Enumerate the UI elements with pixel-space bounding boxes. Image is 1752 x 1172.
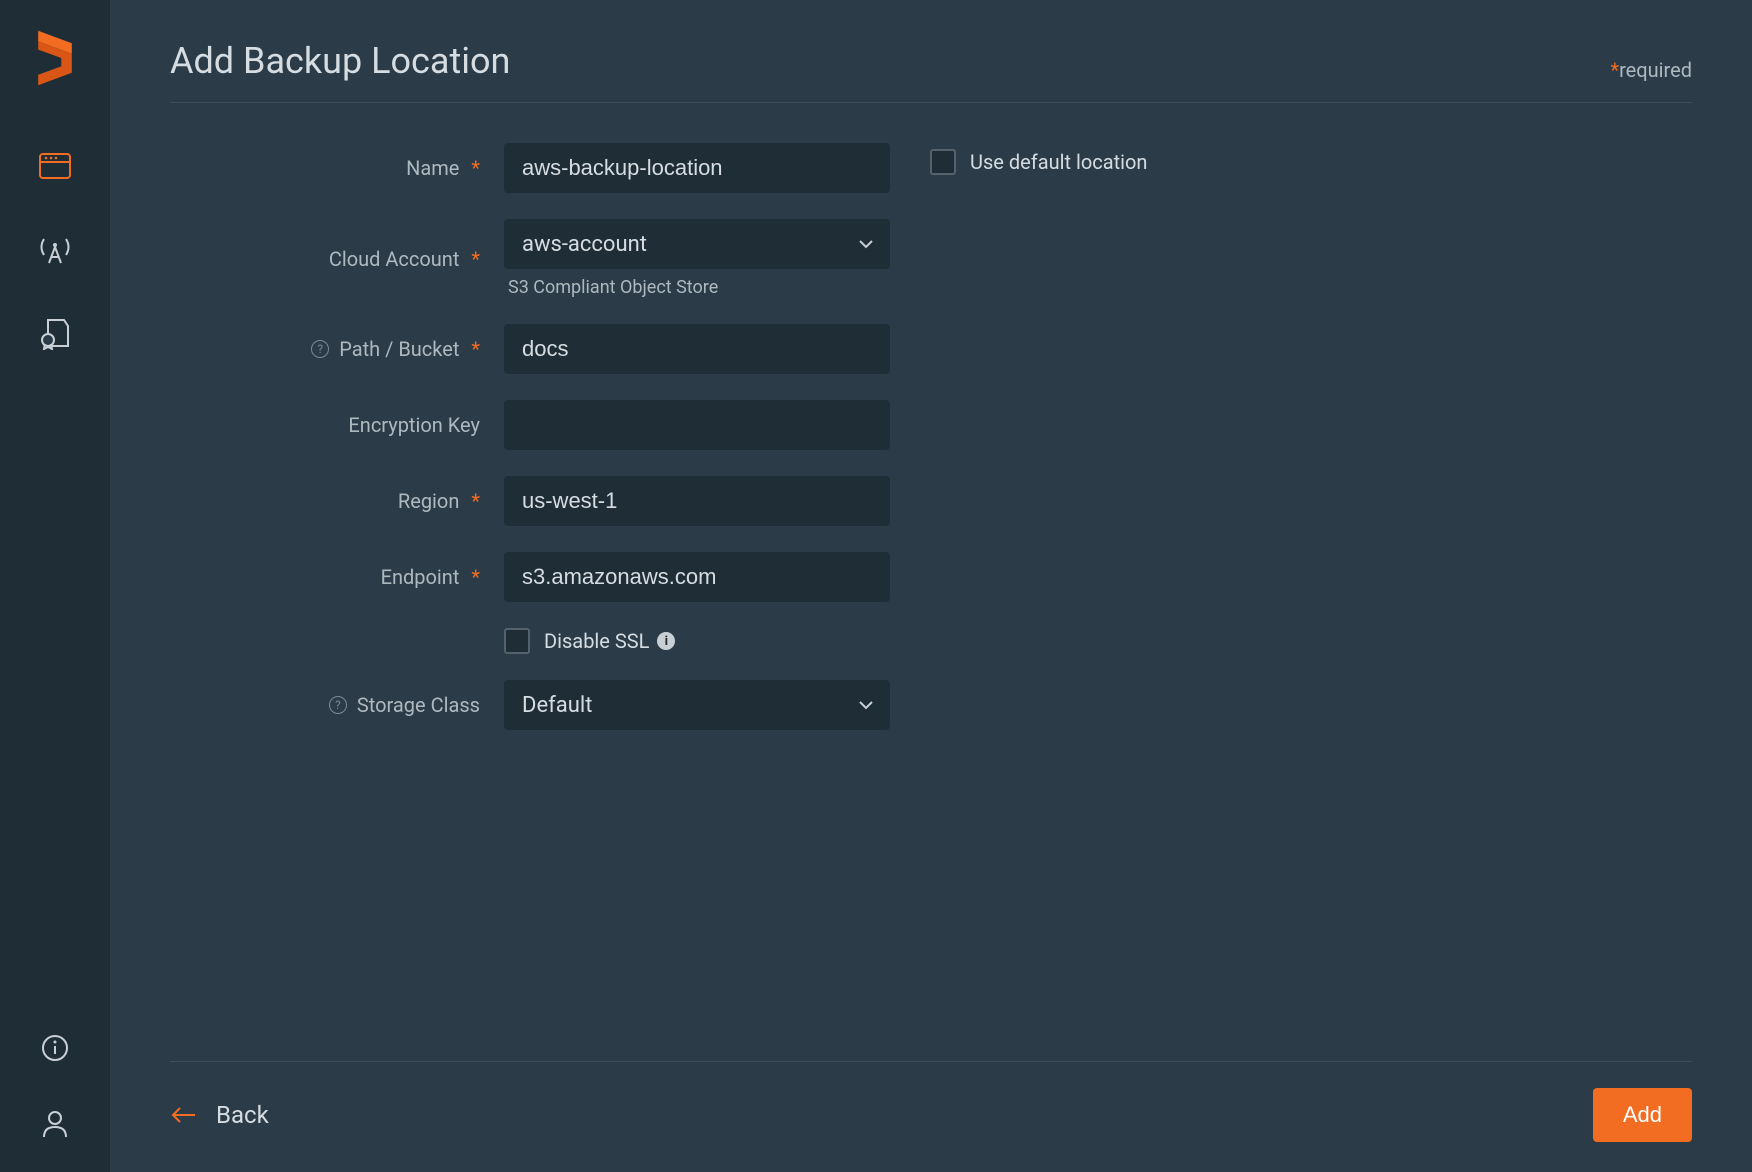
nav-dashboard-icon[interactable]: [37, 148, 73, 184]
encryption-key-label: Encryption Key: [170, 413, 480, 437]
help-icon[interactable]: ?: [329, 696, 347, 714]
arrow-left-icon: [170, 1106, 196, 1124]
cloud-account-select[interactable]: aws-account: [504, 219, 890, 269]
nav-info-icon[interactable]: [37, 1030, 73, 1066]
back-button[interactable]: Back: [170, 1101, 269, 1129]
required-note: *required: [1610, 58, 1692, 82]
form: Name* Cloud Account* aws-account: [170, 143, 890, 1061]
nav-user-icon[interactable]: [37, 1106, 73, 1142]
main-content: Add Backup Location *required Name*: [110, 0, 1752, 1172]
footer: Back Add: [170, 1061, 1692, 1142]
cloud-account-subtext: S3 Compliant Object Store: [504, 277, 890, 298]
add-button[interactable]: Add: [1593, 1088, 1692, 1142]
storage-class-select[interactable]: Default: [504, 680, 890, 730]
info-icon[interactable]: i: [657, 632, 675, 650]
endpoint-input[interactable]: [504, 552, 890, 602]
cloud-account-label: Cloud Account*: [170, 247, 480, 271]
disable-ssl-checkbox[interactable]: [504, 628, 530, 654]
path-bucket-label: ? Path / Bucket *: [170, 337, 480, 361]
use-default-location-checkbox[interactable]: [930, 149, 956, 175]
nav-antenna-icon[interactable]: [37, 232, 73, 268]
name-input[interactable]: [504, 143, 890, 193]
name-label: Name*: [170, 156, 480, 180]
path-bucket-input[interactable]: [504, 324, 890, 374]
storage-class-label: ? Storage Class: [170, 693, 480, 717]
endpoint-label: Endpoint*: [170, 565, 480, 589]
sidebar: [0, 0, 110, 1172]
page-title: Add Backup Location: [170, 40, 510, 82]
encryption-key-input[interactable]: [504, 400, 890, 450]
use-default-location-label: Use default location: [970, 150, 1147, 174]
nav-certificate-icon[interactable]: [37, 316, 73, 352]
help-icon[interactable]: ?: [311, 340, 329, 358]
page-header: Add Backup Location *required: [170, 40, 1692, 103]
disable-ssl-label: Disable SSL i: [544, 629, 675, 653]
region-label: Region*: [170, 489, 480, 513]
region-input[interactable]: [504, 476, 890, 526]
logo-icon: [34, 28, 76, 88]
